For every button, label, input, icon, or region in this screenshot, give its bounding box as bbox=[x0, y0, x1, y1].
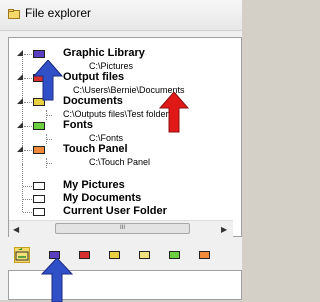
tree-item-label: Current User Folder bbox=[63, 205, 167, 217]
orange-folder-icon bbox=[199, 251, 210, 259]
expand-arrow-icon[interactable] bbox=[17, 146, 24, 153]
purple-folder-icon bbox=[33, 50, 45, 58]
white-folder-icon bbox=[33, 182, 45, 190]
tree-item-label: My Pictures bbox=[63, 179, 125, 191]
orange-folder-button[interactable] bbox=[198, 247, 214, 263]
tree-item-label: Graphic Library bbox=[63, 47, 145, 59]
scroll-right-icon[interactable]: ▶ bbox=[221, 225, 227, 234]
white-folder-icon bbox=[33, 208, 45, 216]
up-folder-button[interactable] bbox=[14, 247, 30, 263]
expand-arrow-icon[interactable] bbox=[17, 50, 24, 57]
tree-item-label: Fonts bbox=[63, 119, 93, 131]
scroll-left-icon[interactable]: ◀ bbox=[13, 225, 19, 234]
expand-arrow-icon[interactable] bbox=[17, 98, 24, 105]
green-folder-icon bbox=[33, 122, 45, 130]
tree-item-label: My Documents bbox=[63, 192, 142, 204]
red-folder-button[interactable] bbox=[78, 247, 94, 263]
green-folder-icon bbox=[169, 251, 180, 259]
white-folder-icon bbox=[33, 195, 45, 203]
folder-app-icon bbox=[8, 9, 20, 19]
green-folder-button[interactable] bbox=[168, 247, 184, 263]
expand-arrow-icon[interactable] bbox=[17, 74, 24, 81]
expand-arrow-icon[interactable] bbox=[17, 122, 24, 129]
title-bar: File explorer bbox=[0, 0, 242, 31]
tree-item-label: Documents bbox=[63, 95, 123, 107]
light-yellow-folder-button[interactable] bbox=[138, 247, 154, 263]
blue-arrow-icon bbox=[32, 60, 64, 101]
scrollbar-thumb[interactable]: III bbox=[55, 223, 190, 234]
yellow-folder-button[interactable] bbox=[108, 247, 124, 263]
blue-arrow-icon bbox=[40, 258, 74, 302]
up-folder-icon bbox=[15, 248, 29, 261]
light-yellow-folder-icon bbox=[139, 251, 150, 259]
red-folder-icon bbox=[79, 251, 90, 259]
orange-folder-icon bbox=[33, 146, 45, 154]
red-arrow-icon bbox=[158, 92, 190, 133]
tree-item-fonts[interactable]: Fonts bbox=[9, 119, 233, 134]
tree-item-label: Touch Panel bbox=[63, 143, 128, 155]
file-explorer-window: File explorer Graphic Library C:\Picture… bbox=[0, 0, 242, 302]
tree-item-touch-panel[interactable]: Touch Panel bbox=[9, 143, 233, 158]
horizontal-scrollbar[interactable]: ◀ III ▶ bbox=[9, 220, 233, 237]
window-title: File explorer bbox=[25, 6, 92, 20]
tree-item-label: Output files bbox=[63, 71, 125, 83]
tree-item-current-user-folder[interactable]: Current User Folder bbox=[9, 205, 233, 220]
yellow-folder-icon bbox=[109, 251, 120, 259]
